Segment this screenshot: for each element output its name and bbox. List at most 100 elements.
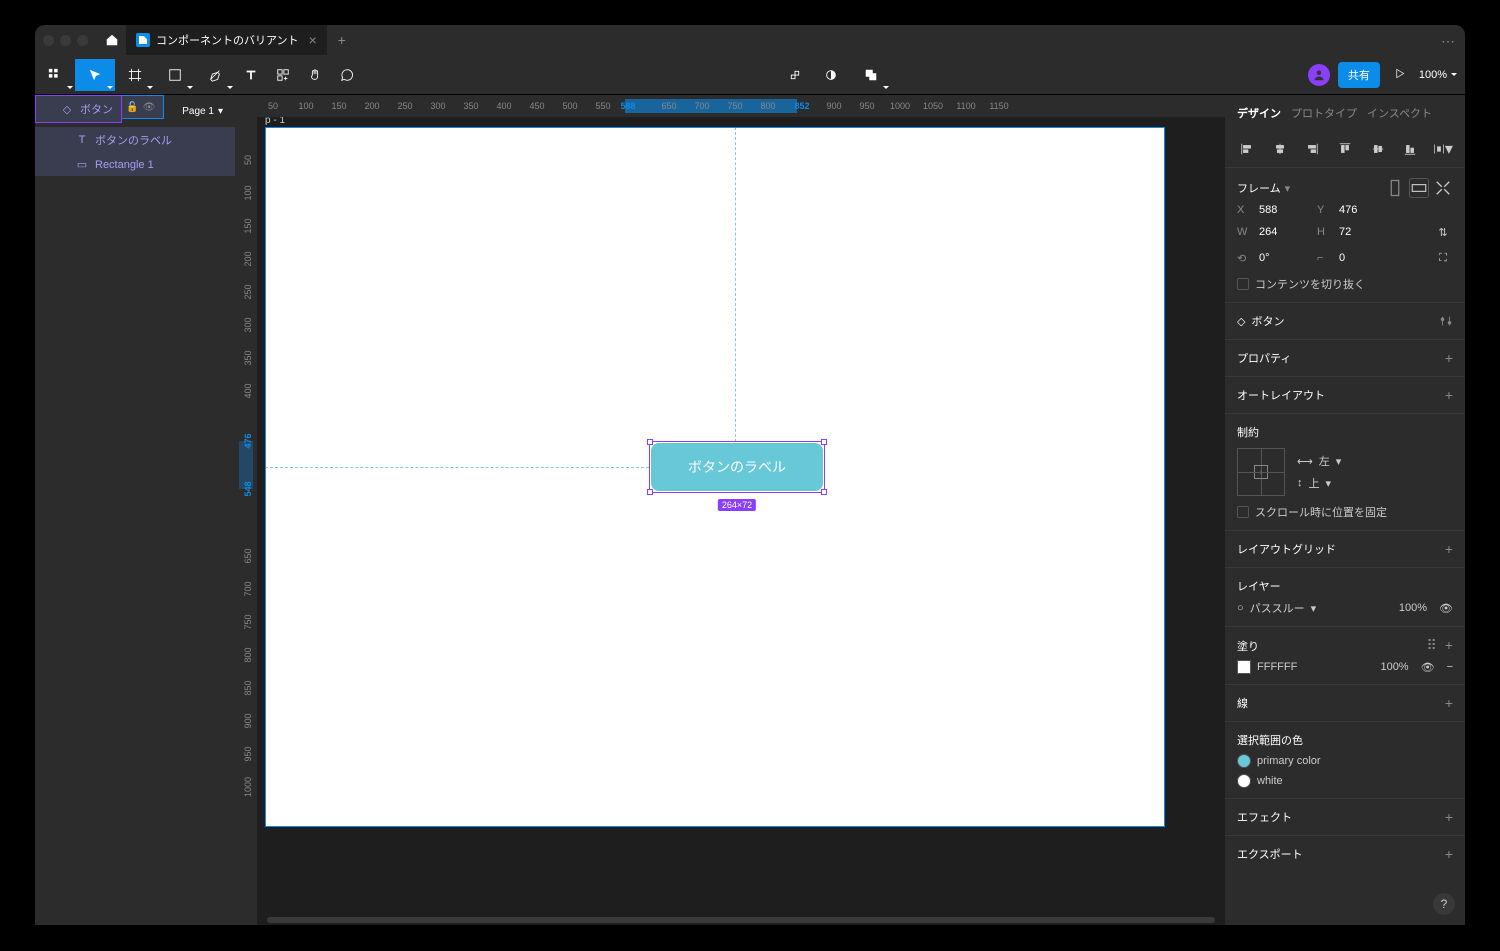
- vertical-ruler[interactable]: 50 100 150 200 250 300 350 400 476 548 6…: [235, 117, 257, 925]
- constraint-v[interactable]: ↕ 上 ▾: [1297, 475, 1341, 491]
- layout-grid-section: レイアウトグリッド+: [1225, 531, 1465, 568]
- fill-opacity[interactable]: 100%: [1380, 661, 1408, 673]
- app-menu-icon[interactable]: ⋯: [1441, 33, 1457, 50]
- opacity-input[interactable]: 100%: [1399, 602, 1427, 614]
- component-icon[interactable]: [779, 59, 811, 91]
- handle-br[interactable]: [821, 489, 827, 495]
- layer-label[interactable]: T ボタンのラベル: [35, 127, 235, 153]
- close-tab-icon[interactable]: ×: [309, 32, 317, 48]
- horizontal-guide: [265, 467, 649, 468]
- stroke-section: 線+: [1225, 685, 1465, 722]
- frame-label[interactable]: p - 1: [265, 117, 285, 126]
- layer-button[interactable]: ◇ ボタン: [35, 95, 122, 123]
- white-swatch[interactable]: [1237, 774, 1251, 788]
- document-icon: [136, 33, 150, 47]
- portrait-icon[interactable]: [1385, 178, 1405, 198]
- handle-bl[interactable]: [647, 489, 653, 495]
- rotation-icon: ⟲: [1237, 252, 1251, 265]
- align-hcenter-icon[interactable]: [1270, 139, 1290, 159]
- handle-tl[interactable]: [647, 439, 653, 445]
- constraint-h[interactable]: ⟷ 左 ▾: [1297, 453, 1341, 469]
- prototype-tab[interactable]: プロトタイプ: [1291, 105, 1357, 121]
- doc-title: コンポーネントのバリアント: [156, 32, 299, 48]
- window-controls[interactable]: [43, 35, 88, 46]
- text-tool-icon[interactable]: [235, 59, 267, 91]
- present-icon[interactable]: [1388, 66, 1411, 84]
- h-input[interactable]: 72: [1339, 226, 1389, 238]
- align-top-icon[interactable]: [1335, 139, 1355, 159]
- close-dot[interactable]: [43, 35, 54, 46]
- mask-icon[interactable]: [815, 59, 847, 91]
- y-input[interactable]: 476: [1339, 204, 1389, 216]
- new-tab-button[interactable]: +: [327, 32, 357, 48]
- resources-icon[interactable]: [267, 59, 299, 91]
- fill-visibility-icon[interactable]: 👁: [1421, 661, 1435, 674]
- add-property-icon[interactable]: +: [1445, 350, 1453, 366]
- align-vcenter-icon[interactable]: [1368, 139, 1388, 159]
- clip-checkbox[interactable]: [1237, 278, 1249, 290]
- help-button[interactable]: ?: [1433, 893, 1455, 915]
- x-input[interactable]: 588: [1259, 204, 1309, 216]
- fill-swatch[interactable]: [1237, 660, 1251, 674]
- primary-swatch[interactable]: [1237, 754, 1251, 768]
- align-left-icon[interactable]: [1237, 139, 1257, 159]
- landscape-icon[interactable]: [1409, 178, 1429, 198]
- fill-hex[interactable]: FFFFFF: [1257, 661, 1297, 673]
- style-icon[interactable]: ⠿: [1427, 637, 1437, 654]
- unlock-icon[interactable]: 🔓: [126, 102, 138, 113]
- remove-fill-icon[interactable]: −: [1447, 661, 1453, 673]
- selection-box[interactable]: [649, 441, 825, 493]
- pen-tool-icon[interactable]: [195, 59, 235, 91]
- rotation-input[interactable]: 0°: [1259, 252, 1309, 264]
- page-selector[interactable]: Page 1▾: [182, 106, 223, 117]
- canvas-area: 50 100 150 200 250 300 350 400 450 500 5…: [235, 95, 1225, 925]
- main-menu-icon[interactable]: [35, 59, 75, 91]
- frame-tool-icon[interactable]: [115, 59, 155, 91]
- zoom-control[interactable]: 100%: [1419, 69, 1457, 81]
- adjust-icon[interactable]: [1439, 314, 1453, 328]
- design-tab[interactable]: デザイン: [1237, 105, 1281, 121]
- blend-icon: ○: [1237, 602, 1244, 614]
- resize-fit-icon[interactable]: [1433, 178, 1453, 198]
- shape-tool-icon[interactable]: [155, 59, 195, 91]
- add-effect-icon[interactable]: +: [1445, 809, 1453, 825]
- layer-rect[interactable]: ▭ Rectangle 1: [35, 153, 235, 176]
- radius-input[interactable]: 0: [1339, 252, 1389, 264]
- inspect-tab[interactable]: インスペクト: [1367, 105, 1432, 121]
- add-stroke-icon[interactable]: +: [1445, 695, 1453, 711]
- add-autolayout-icon[interactable]: +: [1445, 387, 1453, 403]
- horizontal-ruler[interactable]: 50 100 150 200 250 300 350 400 450 500 5…: [235, 95, 1225, 117]
- move-tool-icon[interactable]: [75, 59, 115, 91]
- align-bottom-icon[interactable]: [1400, 139, 1420, 159]
- user-avatar[interactable]: [1308, 64, 1330, 86]
- canvas[interactable]: p - 1 ボタンのラベル 264×72: [257, 117, 1225, 925]
- boolean-icon[interactable]: [851, 59, 891, 91]
- share-button[interactable]: 共有: [1338, 62, 1380, 88]
- add-grid-icon[interactable]: +: [1445, 541, 1453, 557]
- visibility-icon[interactable]: 👁: [143, 102, 156, 113]
- right-panel: デザイン プロトタイプ インスペクト ▾ フレーム▾: [1225, 95, 1465, 925]
- constraint-widget[interactable]: +: [1237, 448, 1285, 496]
- horizontal-scrollbar[interactable]: [267, 917, 1215, 923]
- minimize-dot[interactable]: [60, 35, 71, 46]
- w-input[interactable]: 264: [1259, 226, 1309, 238]
- doc-tab[interactable]: コンポーネントのバリアント ×: [126, 25, 327, 55]
- scroll-fix-checkbox[interactable]: [1237, 506, 1249, 518]
- add-export-icon[interactable]: +: [1445, 846, 1453, 862]
- design-tabs: デザイン プロトタイプ インスペクト: [1225, 95, 1465, 131]
- distribute-icon[interactable]: ▾: [1433, 139, 1453, 159]
- home-icon[interactable]: [102, 30, 122, 50]
- add-fill-icon[interactable]: +: [1445, 637, 1453, 654]
- align-row: ▾: [1225, 131, 1465, 168]
- link-wh-icon[interactable]: ⇅: [1433, 222, 1453, 242]
- body: レイヤー アセット Page 1▾ Desktop - 1 🔓👁 ◇ ボタン T…: [35, 95, 1465, 925]
- comment-tool-icon[interactable]: [331, 59, 363, 91]
- align-right-icon[interactable]: [1302, 139, 1322, 159]
- maximize-dot[interactable]: [77, 35, 88, 46]
- handle-tr[interactable]: [821, 439, 827, 445]
- hand-tool-icon[interactable]: [299, 59, 331, 91]
- corners-icon[interactable]: ⛶: [1433, 248, 1453, 268]
- visibility-toggle-icon[interactable]: 👁: [1439, 602, 1453, 615]
- blend-mode[interactable]: パススルー: [1250, 600, 1305, 616]
- left-panel: レイヤー アセット Page 1▾ Desktop - 1 🔓👁 ◇ ボタン T…: [35, 95, 235, 925]
